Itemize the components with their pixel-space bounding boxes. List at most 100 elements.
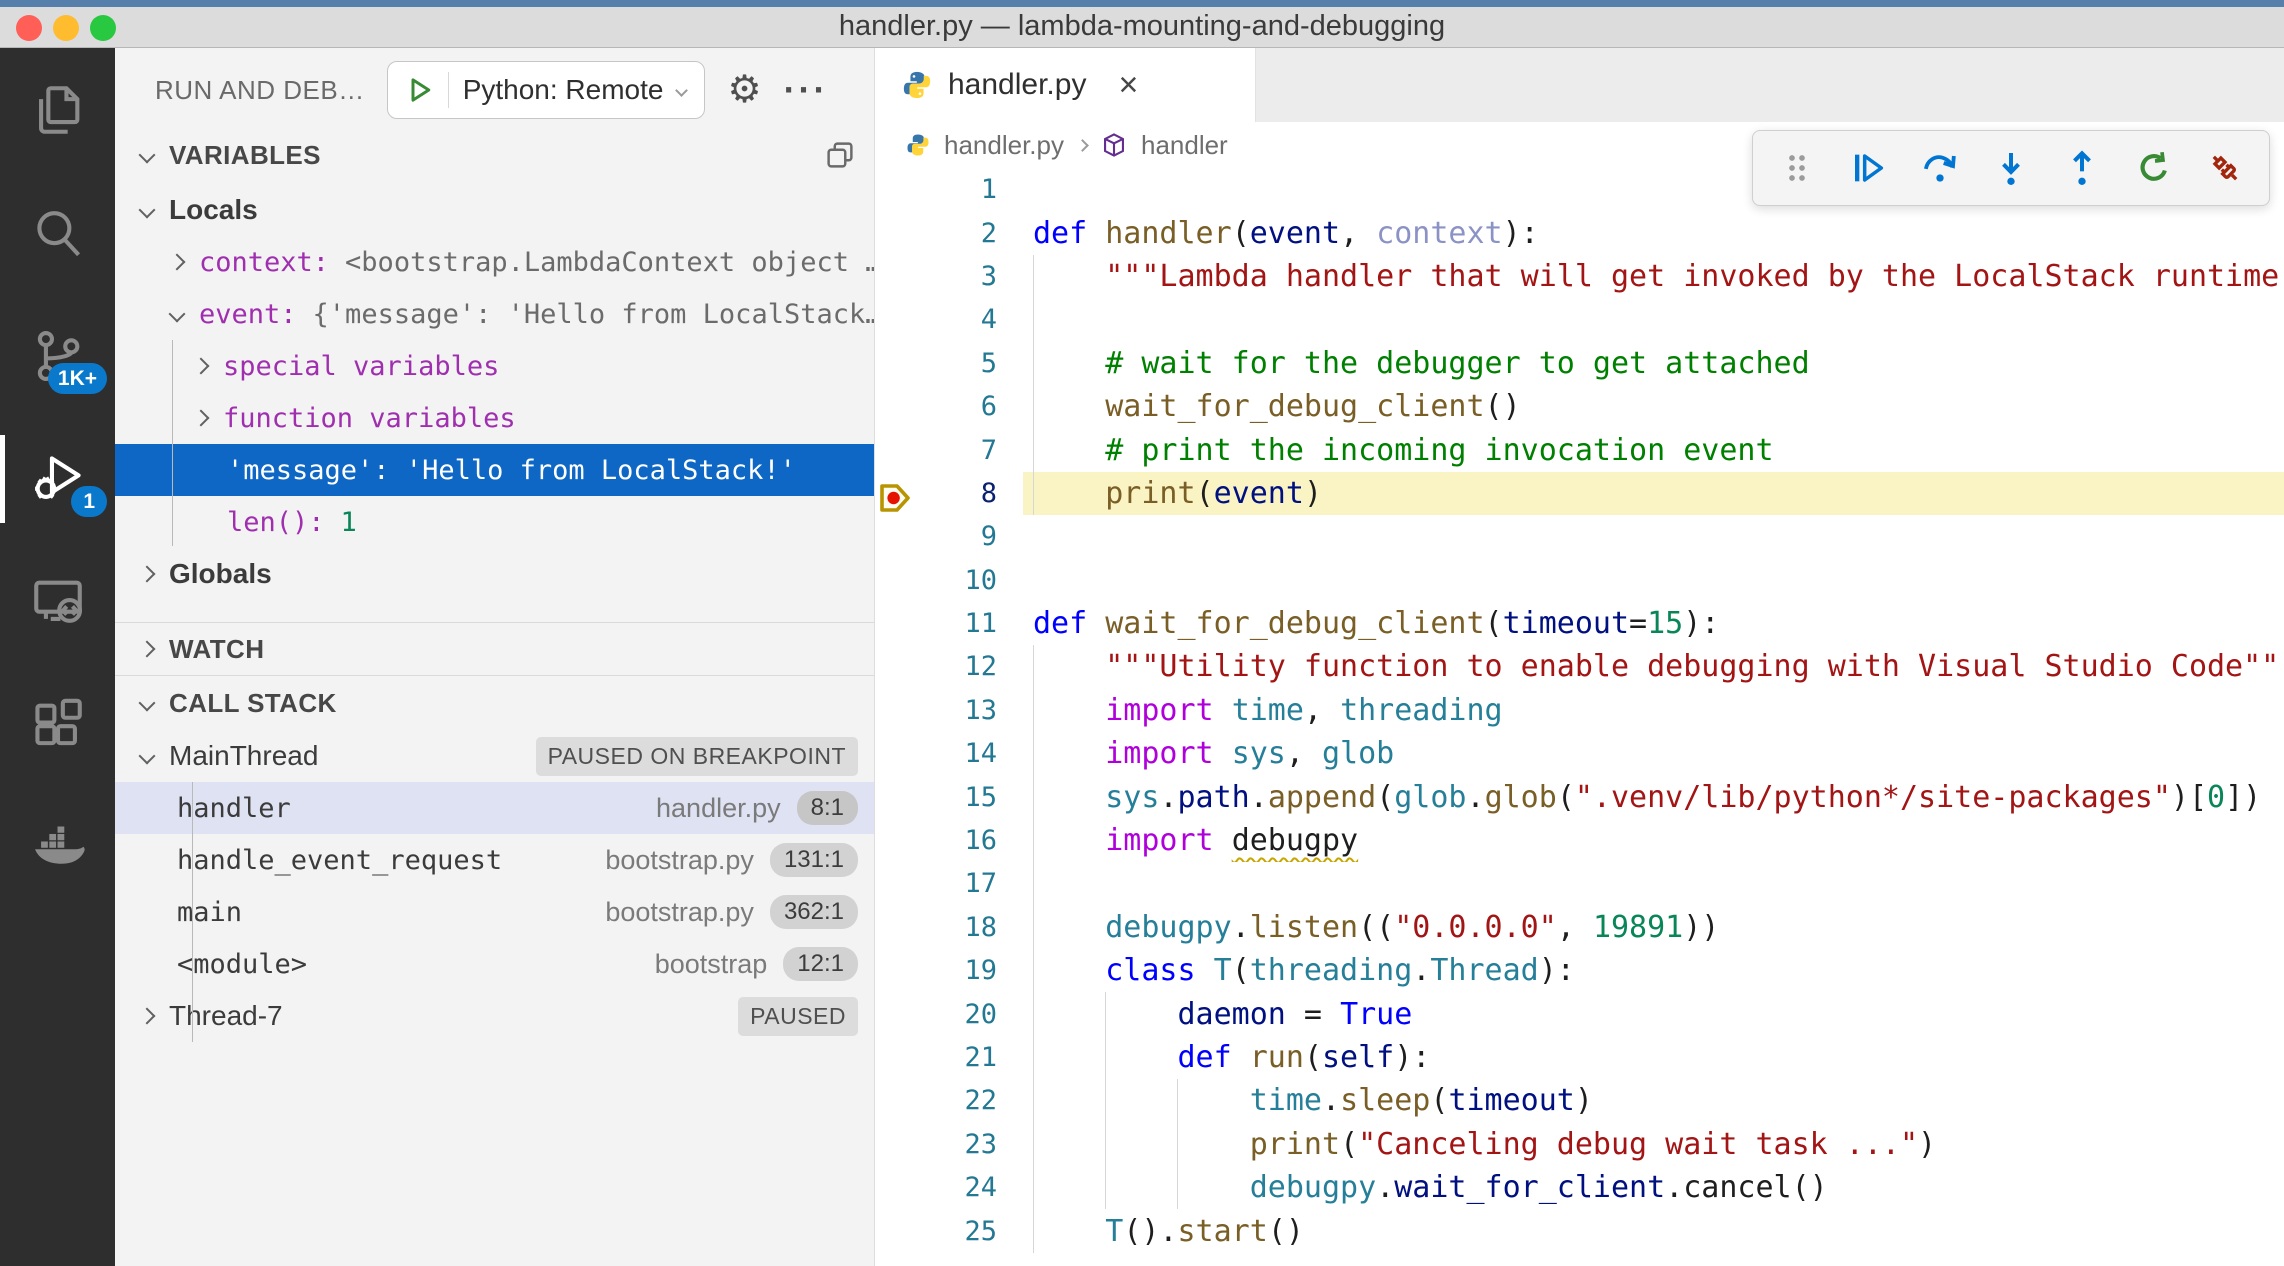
line-number[interactable]: 18	[876, 912, 1023, 943]
line-number[interactable]: 24	[876, 1172, 1023, 1203]
current-breakpoint-icon	[878, 482, 914, 514]
step-out-icon	[2062, 148, 2102, 188]
code-line-21[interactable]: 21 def run(self):	[876, 1036, 2284, 1079]
line-number[interactable]: 8	[876, 478, 1023, 509]
code-line-20[interactable]: 20 daemon = True	[876, 992, 2284, 1035]
line-number[interactable]: 19	[876, 955, 1023, 986]
toolbar-drag-handle[interactable]	[1771, 142, 1823, 194]
line-number[interactable]: 22	[876, 1085, 1023, 1116]
step-out-button[interactable]	[2056, 142, 2108, 194]
line-number[interactable]: 25	[876, 1216, 1023, 1247]
sidebar-item-extensions[interactable]	[0, 677, 115, 773]
disconnect-button[interactable]	[2199, 142, 2251, 194]
code-line-7[interactable]: 7 # print the incoming invocation event	[876, 428, 2284, 471]
code-line-17[interactable]: 17	[876, 862, 2284, 905]
tab-handler-py[interactable]: handler.py ×	[876, 48, 1256, 122]
continue-button[interactable]	[1842, 142, 1894, 194]
code-line-15[interactable]: 15 sys.path.append(glob.glob(".venv/lib/…	[876, 775, 2284, 818]
line-number[interactable]: 11	[876, 608, 1023, 639]
more-actions-icon[interactable]: ···	[784, 69, 829, 111]
variable-row-special-variables[interactable]: special variables	[115, 340, 874, 392]
stack-frame-handler[interactable]: handler handler.py 8:1	[115, 782, 874, 834]
code-line-22[interactable]: 22 time.sleep(timeout)	[876, 1079, 2284, 1122]
variable-row-context[interactable]: context: <bootstrap.LambdaContext object…	[115, 236, 874, 288]
variables-section-header[interactable]: VARIABLES	[115, 132, 874, 178]
line-number[interactable]: 12	[876, 651, 1023, 682]
gear-icon[interactable]: ⚙	[727, 71, 761, 109]
code-line-8[interactable]: 8 print(event)	[876, 472, 2284, 515]
stack-frame-main[interactable]: main bootstrap.py 362:1	[115, 886, 874, 938]
variables-scope-globals[interactable]: Globals	[115, 548, 874, 600]
chevron-right-icon	[139, 641, 156, 658]
code-line-6[interactable]: 6 wait_for_debug_client()	[876, 385, 2284, 428]
line-number[interactable]: 7	[876, 435, 1023, 466]
sidebar-item-remote-explorer[interactable]	[0, 554, 115, 650]
step-over-button[interactable]	[1914, 142, 1966, 194]
code-line-25[interactable]: 25 T().start()	[876, 1209, 2284, 1252]
line-number[interactable]: 10	[876, 565, 1023, 596]
code-line-5[interactable]: 5 # wait for the debugger to get attache…	[876, 342, 2284, 385]
breadcrumb-symbol[interactable]: handler	[1141, 130, 1228, 161]
thread-row-mainthread[interactable]: MainThread PAUSED ON BREAKPOINT	[115, 730, 874, 782]
minimize-window-button[interactable]	[53, 15, 79, 41]
code-line-16[interactable]: 16 import debugpy	[876, 819, 2284, 862]
close-tab-icon[interactable]: ×	[1118, 68, 1138, 102]
code-line-10[interactable]: 10	[876, 559, 2284, 602]
line-number[interactable]: 4	[876, 304, 1023, 335]
code-line-2[interactable]: 2def handler(event, context):	[876, 211, 2284, 254]
call-stack-list: MainThread PAUSED ON BREAKPOINT handler …	[115, 730, 874, 1042]
sidebar-item-run-and-debug[interactable]: 1	[0, 431, 115, 527]
line-number[interactable]: 13	[876, 695, 1023, 726]
line-number[interactable]: 20	[876, 999, 1023, 1030]
line-number[interactable]: 23	[876, 1129, 1023, 1160]
line-number[interactable]: 9	[876, 521, 1023, 552]
restart-button[interactable]	[2128, 142, 2180, 194]
line-number[interactable]: 3	[876, 261, 1023, 292]
code-line-3[interactable]: 3 """Lambda handler that will get invoke…	[876, 255, 2284, 298]
breadcrumb-file[interactable]: handler.py	[944, 130, 1064, 161]
code-line-14[interactable]: 14 import sys, glob	[876, 732, 2284, 775]
watch-section-header[interactable]: WATCH	[115, 623, 874, 675]
variable-row-len[interactable]: len(): 1	[115, 496, 874, 548]
code-line-9[interactable]: 9	[876, 515, 2284, 558]
call-stack-section-header[interactable]: CALL STACK	[115, 676, 874, 730]
line-number[interactable]: 17	[876, 868, 1023, 899]
code-line-18[interactable]: 18 debugpy.listen(("0.0.0.0", 19891))	[876, 906, 2284, 949]
launch-configuration-dropdown[interactable]: Python: Remote	[387, 61, 706, 119]
variable-row-function-variables[interactable]: function variables	[115, 392, 874, 444]
launch-configuration-label: Python: Remote	[463, 74, 664, 106]
line-number[interactable]: 14	[876, 738, 1023, 769]
code-line-4[interactable]: 4	[876, 298, 2284, 341]
sidebar-item-explorer[interactable]	[0, 62, 115, 158]
line-number[interactable]: 2	[876, 218, 1023, 249]
line-number[interactable]: 21	[876, 1042, 1023, 1073]
sidebar-item-source-control[interactable]: 1K+	[0, 308, 115, 404]
collapse-all-icon[interactable]	[826, 141, 854, 169]
code-line-24[interactable]: 24 debugpy.wait_for_client.cancel()	[876, 1166, 2284, 1209]
stack-frame-handle-event-request[interactable]: handle_event_request bootstrap.py 131:1	[115, 834, 874, 886]
code-line-23[interactable]: 23 print("Canceling debug wait task ..."…	[876, 1123, 2284, 1166]
variable-value: <bootstrap.LambdaContext object …	[345, 247, 874, 278]
step-into-button[interactable]	[1985, 142, 2037, 194]
line-number[interactable]: 6	[876, 391, 1023, 422]
line-number[interactable]: 16	[876, 825, 1023, 856]
sidebar-item-search[interactable]	[0, 185, 115, 281]
thread-row-thread-7[interactable]: Thread-7 PAUSED	[115, 990, 874, 1042]
zoom-window-button[interactable]	[90, 15, 116, 41]
code-line-11[interactable]: 11def wait_for_debug_client(timeout=15):	[876, 602, 2284, 645]
variable-row-event[interactable]: event: {'message': 'Hello from LocalStac…	[115, 288, 874, 340]
code-line-13[interactable]: 13 import time, threading	[876, 689, 2284, 732]
variable-value: 1	[341, 507, 357, 538]
code-line-19[interactable]: 19 class T(threading.Thread):	[876, 949, 2284, 992]
line-number[interactable]: 1	[876, 174, 1023, 205]
line-number[interactable]: 5	[876, 348, 1023, 379]
line-number[interactable]: 15	[876, 782, 1023, 813]
variable-row-message-selected[interactable]: 'message': 'Hello from LocalStack!'	[115, 444, 874, 496]
start-debugging-icon[interactable]	[406, 76, 434, 104]
debug-toolbar	[1752, 130, 2270, 206]
close-window-button[interactable]	[16, 15, 42, 41]
code-line-12[interactable]: 12 """Utility function to enable debuggi…	[876, 645, 2284, 688]
variables-scope-locals[interactable]: Locals	[115, 184, 874, 236]
stack-frame-module[interactable]: <module> bootstrap 12:1	[115, 938, 874, 990]
sidebar-item-docker[interactable]	[0, 800, 115, 896]
